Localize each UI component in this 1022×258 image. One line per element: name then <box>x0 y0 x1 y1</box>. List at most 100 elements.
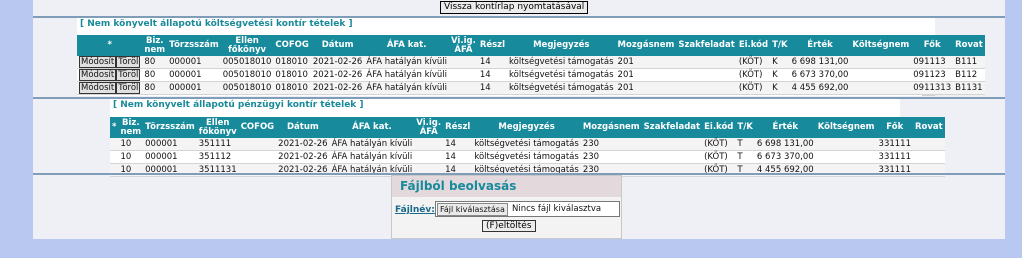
table-cell: T <box>735 138 755 151</box>
table-header: * Biz. nem Törzsszám Ellen főkönyv COFOG Dátu… <box>110 117 945 138</box>
table-cell: 018010 <box>273 68 311 82</box>
column-header-t-k[interactable]: T/K <box>735 117 755 138</box>
column-header-ertek[interactable]: Érték <box>754 117 816 138</box>
column-header-biz-nem[interactable]: Biz. nem <box>118 117 144 138</box>
table-cell: 4 455 692,00 <box>789 81 851 95</box>
table-cell <box>449 81 478 95</box>
table-cell <box>850 56 912 69</box>
modify-button[interactable]: Módosít <box>79 69 117 81</box>
file-input[interactable]: Fájl kiválasztása Nincs fájl kiválasztva <box>435 201 620 217</box>
table-header: * Biz. nem Törzsszám Ellen főkönyv COFOG Dátu… <box>77 35 985 56</box>
column-header-datum[interactable]: Dátum <box>310 35 365 56</box>
table-cell: K <box>770 81 790 95</box>
column-header-afa-kat[interactable]: ÁFA kat. <box>364 35 449 56</box>
table-cell: 331111 <box>876 150 913 164</box>
column-header-select[interactable]: * <box>77 35 143 56</box>
modify-button[interactable]: Módosít <box>79 82 117 94</box>
column-header-fok[interactable]: Fők <box>911 35 954 56</box>
column-header-ei-kod[interactable]: Ei.kód <box>736 35 771 56</box>
column-header-megjegyzes[interactable]: Megjegyzés <box>507 35 616 56</box>
file-import-panel: Fájlból beolvasás Fájlnév: Fájl kiválasz… <box>391 175 622 239</box>
column-header-torzsszam[interactable]: Törzsszám <box>143 117 197 138</box>
table-cell: 000001 <box>143 150 197 164</box>
column-header-mozgasnem[interactable]: Mozgásnem <box>580 117 642 138</box>
table-cell: ÁFA hatályán kívüli <box>329 138 415 151</box>
upload-button[interactable]: (F)eltöltés <box>482 220 536 232</box>
column-header-mozgasnem[interactable]: Mozgásnem <box>615 35 677 56</box>
table-cell <box>912 150 945 164</box>
table-cell: 14 <box>443 138 473 151</box>
table-cell: 14 <box>477 56 508 69</box>
table-cell: 6 673 370,00 <box>789 68 851 82</box>
table-cell: 0911313 <box>911 81 954 95</box>
column-header-reszl[interactable]: Részl <box>477 35 508 56</box>
table-cell: 005018010 <box>220 81 274 95</box>
back-with-print-button[interactable]: Vissza kontírlap nyomtatásával <box>440 1 589 14</box>
column-header-t-k[interactable]: T/K <box>770 35 790 56</box>
column-header-torzsszam[interactable]: Törzsszám <box>167 35 221 56</box>
column-header-datum[interactable]: Dátum <box>276 117 330 138</box>
delete-button[interactable]: Töröl <box>116 69 141 81</box>
table-row[interactable]: Módosít Töröl 80 000001 005018010 018010 2021-… <box>77 68 985 82</box>
choose-file-button[interactable]: Fájl kiválasztása <box>437 203 508 216</box>
column-header-biz-nem[interactable]: Biz. nem <box>142 35 168 56</box>
table-cell: 2021-02-26 <box>310 68 365 82</box>
table-cell: 80 <box>142 68 168 82</box>
table-cell: 000001 <box>167 56 221 69</box>
column-header-rovat[interactable]: Rovat <box>912 117 945 138</box>
column-header-select[interactable]: * <box>110 117 119 138</box>
table-cell: 10 <box>118 150 144 164</box>
table-cell <box>850 81 912 95</box>
table-cell: 331111 <box>876 138 913 151</box>
table-cell: költségvetési támogatás <box>507 81 616 95</box>
row-actions: Módosít Töröl <box>77 56 143 69</box>
column-header-koltsegnem[interactable]: Költségnem <box>815 117 877 138</box>
table-cell <box>414 150 444 164</box>
column-header-vi-ig-afa[interactable]: Vi.ig. ÁFA <box>414 117 444 138</box>
table-cell: 6 698 131,00 <box>754 138 816 151</box>
column-header-vi-ig-afa[interactable]: Vi.ig. ÁFA <box>449 35 478 56</box>
table-cell: K <box>770 56 790 69</box>
table-cell: ÁFA hatályán kívüli <box>364 81 449 95</box>
table-cell <box>676 68 737 82</box>
table-row[interactable]: Módosít Töröl 80 000001 005018010 018010 2021-… <box>77 81 985 95</box>
column-header-fok[interactable]: Fők <box>876 117 913 138</box>
table-cell: 14 <box>477 68 508 82</box>
column-header-ellen-fokonyv[interactable]: Ellen főkönyv <box>196 117 239 138</box>
table-cell: 201 <box>615 81 677 95</box>
table-cell: költségvetési támogatás <box>472 150 581 164</box>
financial-entries-table: * Biz. nem Törzsszám Ellen főkönyv COFOG Dátu… <box>110 117 945 177</box>
column-header-ellen-fokonyv[interactable]: Ellen főkönyv <box>220 35 274 56</box>
table-cell: 000001 <box>143 138 197 151</box>
column-header-afa-kat[interactable]: ÁFA kat. <box>329 117 415 138</box>
column-header-cofog[interactable]: COFOG <box>238 117 277 138</box>
column-header-koltsegnem[interactable]: Költségnem <box>850 35 912 56</box>
delete-button[interactable]: Töröl <box>116 82 141 94</box>
table-cell: 201 <box>615 56 677 69</box>
table-row[interactable]: Módosít Töröl 80 000001 005018010 018010 2021-… <box>77 56 985 69</box>
table-cell <box>238 150 277 164</box>
table-cell: 10 <box>118 138 144 151</box>
column-header-rovat[interactable]: Rovat <box>953 35 985 56</box>
table-cell: ÁFA hatályán kívüli <box>329 150 415 164</box>
table-cell: 018010 <box>273 81 311 95</box>
table-row[interactable]: 10 000001 351111 2021-02-26 ÁFA hatályán kív… <box>110 138 945 151</box>
table-cell: költségvetési támogatás <box>507 68 616 82</box>
table-cell: B112 <box>953 68 985 82</box>
table-cell: 2021-02-26 <box>310 81 365 95</box>
table-cell: 000001 <box>167 81 221 95</box>
column-header-reszl[interactable]: Részl <box>443 117 473 138</box>
delete-button[interactable]: Töröl <box>116 56 141 68</box>
column-header-ertek[interactable]: Érték <box>789 35 851 56</box>
column-header-cofog[interactable]: COFOG <box>273 35 311 56</box>
table-cell: 018010 <box>273 56 311 69</box>
table-row[interactable]: 10 000001 351112 2021-02-26 ÁFA hatályán kív… <box>110 150 945 164</box>
table-cell: (KÖT) <box>736 56 771 69</box>
table-cell: 005018010 <box>220 56 274 69</box>
column-header-megjegyzes[interactable]: Megjegyzés <box>472 117 581 138</box>
modify-button[interactable]: Módosít <box>79 56 117 68</box>
column-header-ei-kod[interactable]: Ei.kód <box>702 117 736 138</box>
column-header-szakfeladat[interactable]: Szakfeladat <box>676 35 737 56</box>
table-cell: 000001 <box>167 68 221 82</box>
column-header-szakfeladat[interactable]: Szakfeladat <box>641 117 703 138</box>
